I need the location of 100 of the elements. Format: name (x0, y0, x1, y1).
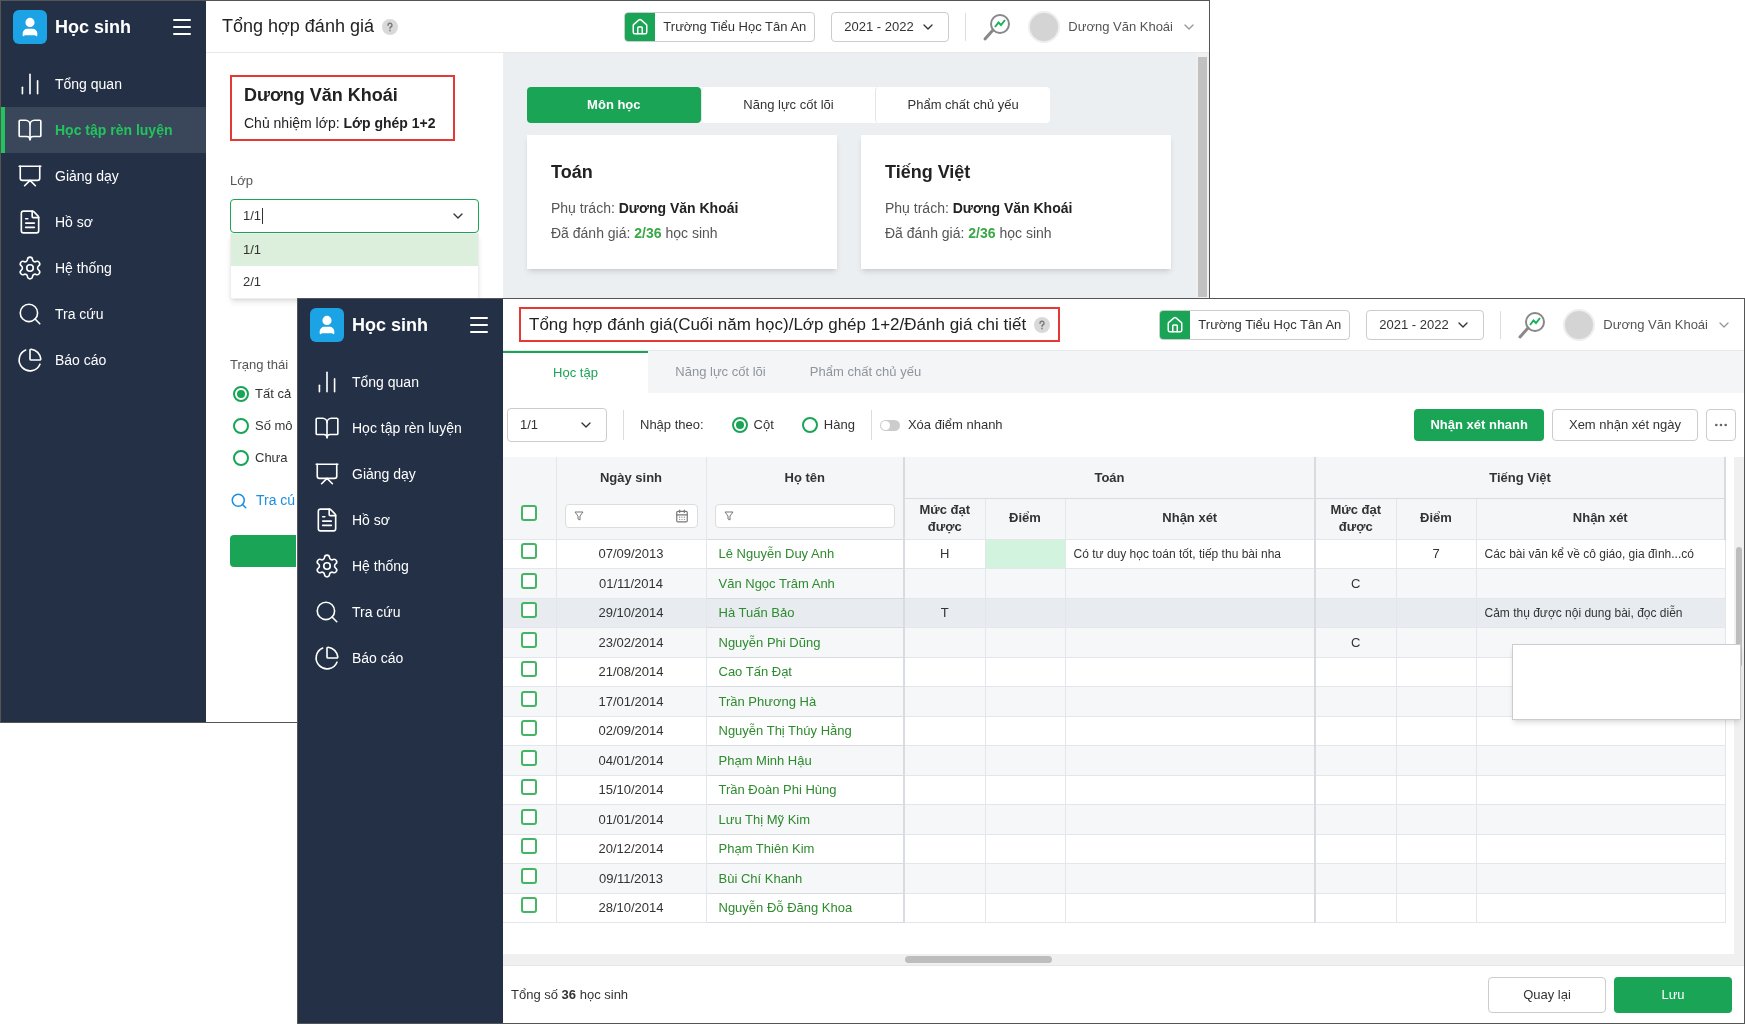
dropdown-option[interactable]: 1/1 (231, 233, 478, 266)
table-cell[interactable] (904, 627, 985, 657)
school-button[interactable]: Trường Tiểu Học Tân An (624, 11, 816, 42)
back-button[interactable]: Quay lại (1488, 976, 1606, 1013)
nav-item[interactable]: Học tập rèn luyện (298, 405, 503, 451)
nav-item[interactable]: Tổng quan (1, 61, 206, 107)
table-cell[interactable] (1315, 804, 1396, 834)
table-cell[interactable] (904, 804, 985, 834)
class-select[interactable]: 1/1 (507, 408, 607, 442)
table-cell[interactable] (904, 863, 985, 893)
table-cell[interactable] (985, 834, 1065, 864)
table-cell[interactable] (1396, 863, 1476, 893)
table-cell[interactable] (1396, 568, 1476, 598)
toggle-switch[interactable] (879, 419, 900, 431)
nav-item[interactable]: Tổng quan (298, 359, 503, 405)
nav-item[interactable]: Hồ sơ (298, 497, 503, 543)
nav-item[interactable]: Giảng dạy (298, 451, 503, 497)
row-checkbox[interactable] (521, 690, 538, 707)
table-cell[interactable] (985, 745, 1065, 775)
radio-button[interactable] (233, 450, 249, 466)
nav-item[interactable]: Hệ thống (298, 543, 503, 589)
table-cell[interactable] (904, 716, 985, 746)
table-cell[interactable]: C (1315, 627, 1396, 657)
table-cell[interactable]: 7 (1396, 539, 1476, 569)
table-cell[interactable] (985, 657, 1065, 687)
table-cell[interactable] (1396, 775, 1476, 805)
table-cell[interactable] (1396, 686, 1476, 716)
table-cell[interactable] (1476, 893, 1725, 923)
table-cell[interactable] (1315, 745, 1396, 775)
user-name[interactable]: Dương Văn Khoái (1068, 16, 1173, 37)
table-cell[interactable] (904, 834, 985, 864)
table-cell[interactable] (1396, 716, 1476, 746)
radio-button[interactable] (731, 417, 748, 433)
table-cell[interactable] (904, 568, 985, 598)
school-button[interactable]: Trường Tiểu Học Tân An (1159, 309, 1351, 340)
row-checkbox[interactable] (521, 505, 538, 521)
table-cell[interactable] (1065, 893, 1315, 923)
table-cell[interactable] (1315, 863, 1396, 893)
filter-field[interactable] (564, 503, 698, 528)
table-cell[interactable] (1396, 804, 1476, 834)
nav-item[interactable]: Giảng dạy (1, 153, 206, 199)
tab[interactable]: Năng lực cốt lõi (700, 87, 876, 123)
table-cell[interactable] (1476, 804, 1725, 834)
subject-card[interactable]: Toán Phụ trách: Dương Văn Khoái Đã đánh giá: 2/36 học sinh (527, 135, 837, 269)
dropdown-option[interactable]: 2/1 (231, 265, 478, 298)
nav-item[interactable]: Báo cáo (298, 635, 503, 681)
table-cell[interactable] (904, 686, 985, 716)
help-icon[interactable] (381, 18, 398, 35)
table-cell[interactable] (1396, 657, 1476, 687)
table-cell[interactable] (985, 627, 1065, 657)
avatar[interactable] (1563, 308, 1596, 341)
table-cell[interactable]: Các bài văn kể về cô giáo, gia đình...có (1476, 539, 1725, 569)
table-cell[interactable] (1476, 745, 1725, 775)
table-cell[interactable] (985, 568, 1065, 598)
nav-item[interactable]: Tra cứu (298, 589, 503, 635)
table-cell[interactable] (1315, 686, 1396, 716)
table-cell[interactable] (1315, 775, 1396, 805)
year-select[interactable]: 2021 - 2022 (831, 11, 950, 42)
row-checkbox[interactable] (521, 867, 538, 884)
table-cell[interactable] (985, 686, 1065, 716)
row-checkbox[interactable] (521, 602, 538, 618)
chart-search-icon[interactable] (982, 11, 1013, 42)
more-button[interactable] (1706, 409, 1736, 441)
tab[interactable]: Phẩm chất chủ yếu (875, 87, 1050, 123)
table-cell[interactable] (904, 657, 985, 687)
table-cell[interactable] (1315, 657, 1396, 687)
table-cell[interactable] (904, 775, 985, 805)
table-cell[interactable] (1315, 539, 1396, 569)
nav-item[interactable]: Hệ thống (1, 245, 206, 291)
nav-item[interactable]: Học tập rèn luyện (1, 107, 206, 153)
avatar[interactable] (1028, 10, 1061, 43)
row-checkbox[interactable] (521, 749, 538, 766)
submit-button[interactable] (230, 535, 296, 567)
row-checkbox[interactable] (521, 838, 538, 854)
table-cell[interactable] (904, 745, 985, 775)
horizontal-scrollbar[interactable] (905, 956, 1052, 963)
daily-comment-button[interactable]: Xem nhận xét ngày (1551, 409, 1698, 441)
row-checkbox[interactable] (521, 720, 538, 736)
table-cell[interactable] (1396, 627, 1476, 657)
row-checkbox[interactable] (521, 779, 538, 795)
table-cell[interactable] (1315, 598, 1396, 628)
scrollbar[interactable] (1198, 57, 1207, 297)
table-cell[interactable] (1476, 834, 1725, 864)
table-cell[interactable]: C (1315, 568, 1396, 598)
chart-search-icon[interactable] (1517, 309, 1548, 340)
table-cell[interactable] (1396, 893, 1476, 923)
row-checkbox[interactable] (521, 572, 538, 589)
search-link[interactable]: Tra cú (230, 490, 296, 511)
nav-item[interactable]: Tra cứu (1, 291, 206, 337)
row-checkbox[interactable] (521, 661, 538, 677)
user-name[interactable]: Dương Văn Khoái (1603, 314, 1708, 335)
filter-field[interactable] (714, 503, 895, 528)
table-cell[interactable]: Cảm thụ được nội dung bài, đọc diễn (1476, 598, 1725, 628)
table-cell[interactable] (1315, 834, 1396, 864)
table-cell[interactable] (985, 716, 1065, 746)
row-checkbox[interactable] (521, 543, 538, 559)
year-select[interactable]: 2021 - 2022 (1366, 309, 1485, 340)
table-cell[interactable] (1396, 745, 1476, 775)
table-cell[interactable] (985, 893, 1065, 923)
class-select[interactable]: 1/1 (230, 198, 479, 233)
